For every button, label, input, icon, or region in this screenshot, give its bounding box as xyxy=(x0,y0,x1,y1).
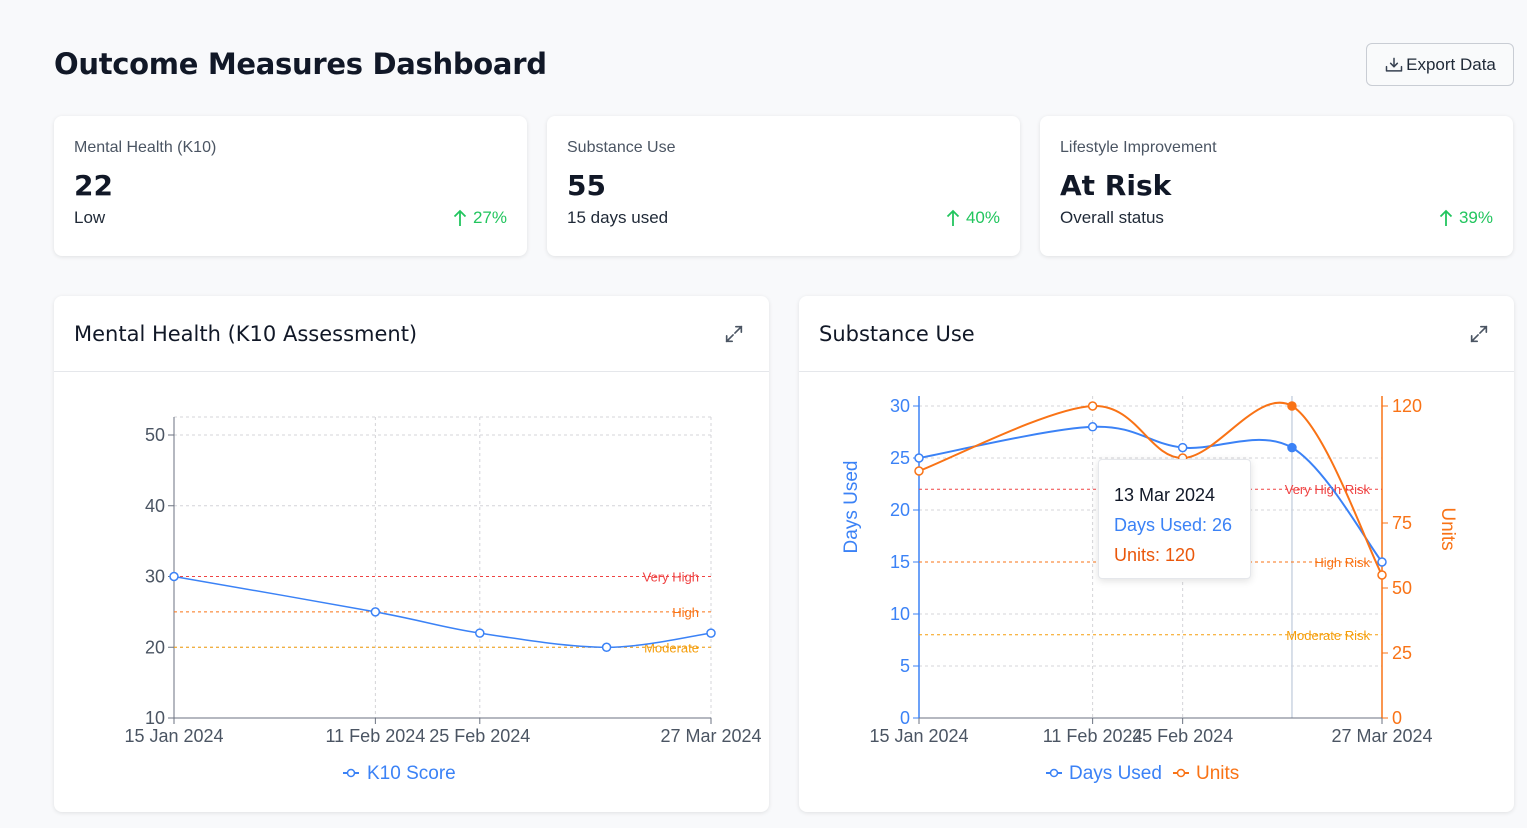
kpi-subtext: Overall status xyxy=(1060,208,1164,227)
kpi-label: Lifestyle Improvement xyxy=(1060,139,1217,156)
tooltip-days-used: Days Used: 26 xyxy=(1114,515,1233,535)
tooltip-units: Units: 120 xyxy=(1114,545,1196,565)
page-title: Outcome Measures Dashboard xyxy=(54,47,547,81)
kpi-subtext: Low xyxy=(74,208,106,227)
kpi-value: 55 xyxy=(567,169,606,202)
kpi-card-substance-use: Substance Use 55 15 days used 40% xyxy=(547,116,1020,256)
kpi-trend: 27% xyxy=(453,208,507,228)
kpi-label: Substance Use xyxy=(567,139,676,156)
kpi-trend-value: 40% xyxy=(965,208,1000,227)
kpi-trend-value: 27% xyxy=(472,208,507,227)
export-data-button[interactable]: Export Data xyxy=(1366,43,1514,86)
kpi-card-mental-health: Mental Health (K10) 22 Low 27% xyxy=(54,116,527,256)
kpi-subtext: 15 days used xyxy=(567,208,669,227)
kpi-trend: 40% xyxy=(946,208,1000,228)
kpi-value: At Risk xyxy=(1060,169,1172,202)
expand-icon[interactable] xyxy=(723,323,745,345)
arrow-up-icon xyxy=(1439,209,1453,226)
chart-tooltip: 13 Mar 2024 Days Used: 26 Units: 120 xyxy=(1098,459,1251,579)
kpi-card-lifestyle: Lifestyle Improvement At Risk Overall st… xyxy=(1040,116,1513,256)
kpi-label: Mental Health (K10) xyxy=(74,139,217,156)
kpi-trend: 39% xyxy=(1439,208,1493,228)
export-data-label: Export Data xyxy=(1406,54,1496,74)
tooltip-date: 13 Mar 2024 xyxy=(1114,485,1216,505)
mental-health-chart-card: Mental Health (K10 Assessment) xyxy=(54,296,769,812)
chart-title: Mental Health (K10 Assessment) xyxy=(74,321,418,346)
kpi-value: 22 xyxy=(74,169,113,202)
arrow-up-icon xyxy=(946,209,960,226)
arrow-up-icon xyxy=(453,209,467,226)
download-icon xyxy=(1385,57,1403,72)
chart-title: Substance Use xyxy=(819,321,975,346)
kpi-trend-value: 39% xyxy=(1458,208,1493,227)
expand-icon[interactable] xyxy=(1468,323,1490,345)
